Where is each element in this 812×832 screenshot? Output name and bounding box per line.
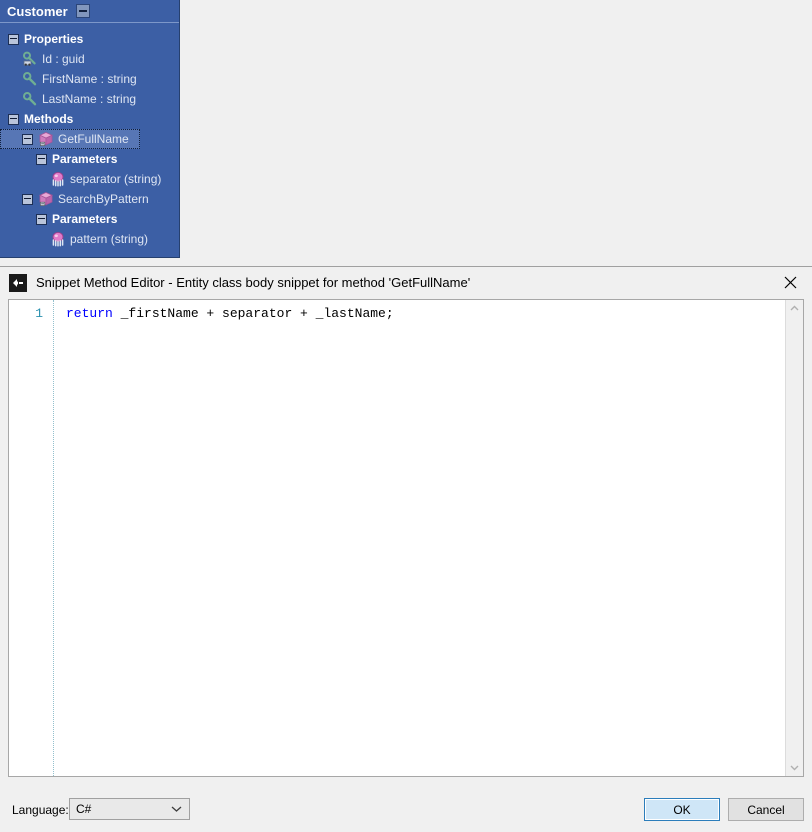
entity-designer-panel: Customer Properties Id : guid FirstName : … xyxy=(0,0,180,258)
parameter-icon xyxy=(50,231,66,247)
key-property-icon xyxy=(22,51,38,67)
tree-node-label: SearchByPattern xyxy=(58,192,149,206)
tree-node-pattern-string[interactable]: pattern (string) xyxy=(0,229,179,249)
ok-button[interactable]: OK xyxy=(644,798,720,821)
tree-node-label: Properties xyxy=(24,32,84,46)
tree-node-label: Methods xyxy=(24,112,74,126)
entity-tree: Properties Id : guid FirstName : string Las… xyxy=(0,23,179,249)
tree-node-methods[interactable]: Methods xyxy=(0,109,179,129)
expander-minus-icon[interactable] xyxy=(8,113,19,125)
cancel-button[interactable]: Cancel xyxy=(728,798,804,821)
tree-node-lastname-string[interactable]: LastName : string xyxy=(0,89,179,109)
tree-node-label: separator (string) xyxy=(70,172,162,186)
property-icon xyxy=(22,71,38,87)
tree-node-label: Parameters xyxy=(52,152,118,166)
line-number: 1 xyxy=(35,306,43,321)
tree-node-label: pattern (string) xyxy=(70,232,149,246)
chevron-down-icon[interactable] xyxy=(786,759,803,776)
editor-vertical-scrollbar[interactable] xyxy=(785,300,803,776)
expander-minus-icon[interactable] xyxy=(8,33,19,45)
chevron-up-icon[interactable] xyxy=(786,300,803,317)
tree-node-label: FirstName : string xyxy=(42,72,137,86)
dialog-footer: Language: C# OK Cancel xyxy=(0,786,812,832)
expander-minus-icon[interactable] xyxy=(36,213,47,225)
tree-node-label: Parameters xyxy=(52,212,118,226)
code-keyword: return xyxy=(66,306,113,321)
snippet-method-editor-dialog: Snippet Method Editor - Entity class bod… xyxy=(0,266,812,821)
code-line: 1 return _firstName + separator + _lastN… xyxy=(9,300,785,323)
snippet-editor-icon xyxy=(9,273,27,292)
parameter-icon xyxy=(50,171,66,187)
method-icon xyxy=(38,131,54,147)
code-text-area[interactable]: 1 return _firstName + separator + _lastN… xyxy=(9,300,785,776)
tree-node-label: Id : guid xyxy=(42,52,85,66)
tree-node-separator-string[interactable]: separator (string) xyxy=(0,169,179,189)
tree-node-label: LastName : string xyxy=(42,92,137,106)
gutter-separator xyxy=(53,300,55,776)
tree-node-searchbypattern[interactable]: SearchByPattern xyxy=(0,189,179,209)
expander-minus-icon[interactable] xyxy=(36,153,47,165)
expander-minus-icon[interactable] xyxy=(22,133,33,145)
code-line-content: return _firstName + separator + _lastNam… xyxy=(52,304,394,323)
dialog-titlebar[interactable]: Snippet Method Editor - Entity class bod… xyxy=(0,267,812,298)
minus-box-icon[interactable] xyxy=(75,4,90,18)
dialog-title: Snippet Method Editor - Entity class bod… xyxy=(36,275,471,290)
tree-node-firstname-string[interactable]: FirstName : string xyxy=(0,69,179,89)
method-icon xyxy=(38,191,54,207)
close-icon[interactable] xyxy=(768,267,812,297)
language-select-value: C# xyxy=(76,802,92,816)
entity-header: Customer xyxy=(0,0,179,23)
tree-node-label: GetFullName xyxy=(58,132,129,146)
property-icon xyxy=(22,91,38,107)
code-editor[interactable]: 1 return _firstName + separator + _lastN… xyxy=(8,299,804,777)
tree-node-getfullname[interactable]: GetFullName xyxy=(0,129,140,149)
code-remainder: _firstName + separator + _lastName; xyxy=(112,306,394,321)
language-select[interactable]: C# xyxy=(69,798,190,820)
tree-node-id-guid[interactable]: Id : guid xyxy=(0,49,179,69)
tree-node-parameters[interactable]: Parameters xyxy=(0,149,179,169)
tree-node-parameters[interactable]: Parameters xyxy=(0,209,179,229)
expander-minus-icon[interactable] xyxy=(22,193,33,205)
tree-node-properties[interactable]: Properties xyxy=(0,29,179,49)
entity-name-label: Customer xyxy=(7,3,68,19)
chevron-down-icon[interactable] xyxy=(171,806,182,813)
language-label: Language: xyxy=(12,803,69,817)
